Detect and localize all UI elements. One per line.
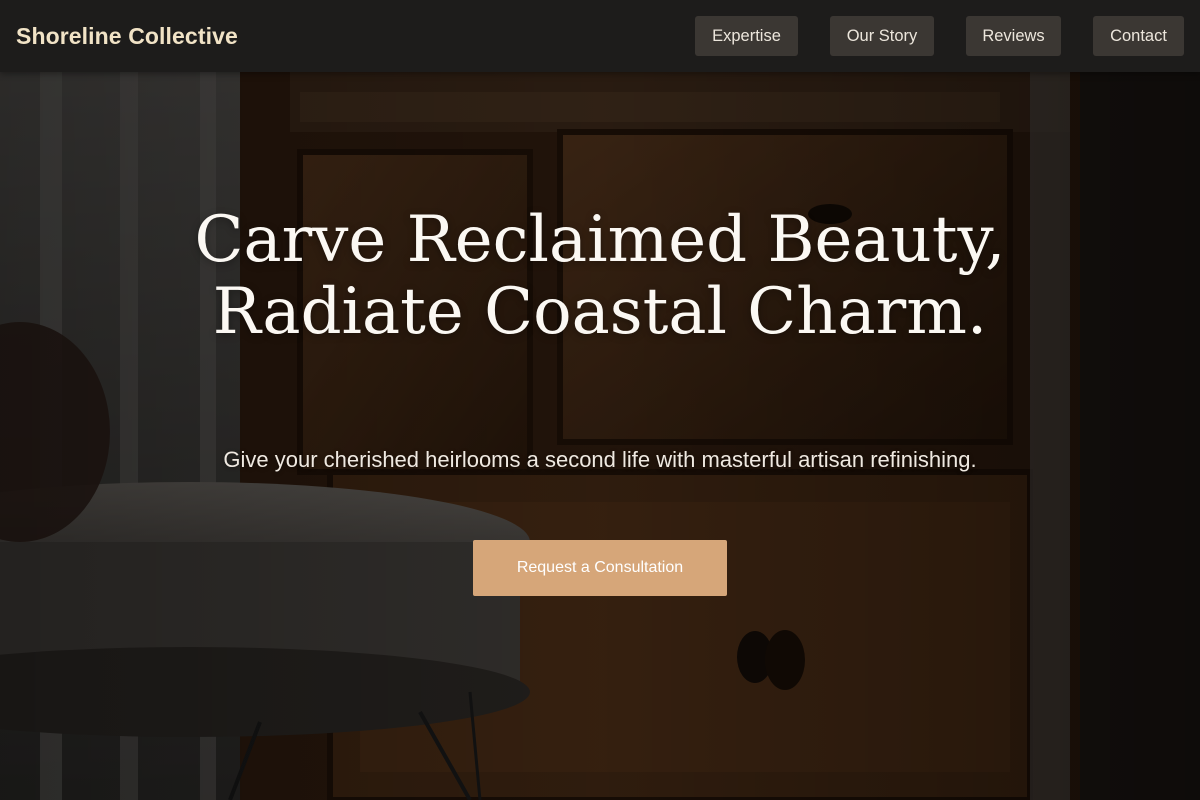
hero-subtitle: Give your cherished heirlooms a second l… xyxy=(223,447,977,472)
nav-expertise-button[interactable]: Expertise xyxy=(695,16,798,56)
hero-content: Carve Reclaimed Beauty, Radiate Coastal … xyxy=(0,72,1200,800)
nav-our-story-button[interactable]: Our Story xyxy=(830,16,934,56)
hero-headline: Carve Reclaimed Beauty, Radiate Coastal … xyxy=(194,203,1006,349)
brand-logo[interactable]: Shoreline Collective xyxy=(16,20,238,52)
request-consultation-button[interactable]: Request a Consultation xyxy=(473,540,727,596)
hero-section: Carve Reclaimed Beauty, Radiate Coastal … xyxy=(0,72,1200,800)
nav-contact-button[interactable]: Contact xyxy=(1093,16,1184,56)
top-navbar: Shoreline Collective Expertise Our Story… xyxy=(0,0,1200,72)
nav-reviews-button[interactable]: Reviews xyxy=(966,16,1061,56)
